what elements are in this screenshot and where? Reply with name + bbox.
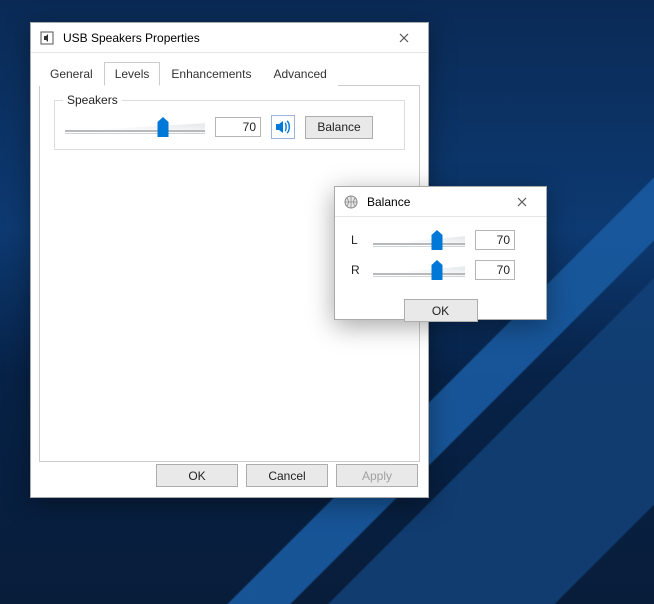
speakers-volume-slider[interactable] [65,116,205,138]
slider-thumb[interactable] [432,260,443,280]
speaker-app-icon [39,30,55,46]
right-channel-value[interactable] [475,260,515,280]
balance-button-row: OK [335,293,546,334]
right-channel-label: R [351,263,363,277]
cancel-button[interactable]: Cancel [246,464,328,487]
balance-titlebar[interactable]: Balance [335,187,546,217]
balance-channel-rows: L R [335,217,546,293]
balance-row-left: L [351,229,536,251]
balance-ok-button[interactable]: OK [404,299,478,322]
balance-button[interactable]: Balance [305,116,373,139]
dialog-button-bar: OK Cancel Apply [156,464,418,487]
apply-button[interactable]: Apply [336,464,418,487]
tab-advanced[interactable]: Advanced [262,62,337,86]
speakers-volume-value[interactable] [215,117,261,137]
ok-button[interactable]: OK [156,464,238,487]
tab-enhancements[interactable]: Enhancements [160,62,262,86]
mute-toggle-button[interactable] [271,115,295,139]
speakers-group: Speakers Balance [54,100,405,150]
tab-general[interactable]: General [39,62,104,86]
speakers-group-legend: Speakers [63,93,122,107]
close-icon [517,197,527,207]
speaker-mute-icon [275,120,291,134]
balance-close-button[interactable] [502,188,542,216]
tab-strip: General Levels Enhancements Advanced [39,61,420,86]
globe-icon [343,194,359,210]
slider-thumb[interactable] [158,117,169,137]
titlebar[interactable]: USB Speakers Properties [31,23,428,53]
speakers-level-row: Balance [65,115,394,139]
balance-window: Balance L R [334,186,547,320]
balance-window-title: Balance [367,195,502,209]
left-channel-value[interactable] [475,230,515,250]
window-title: USB Speakers Properties [63,31,384,45]
left-channel-label: L [351,233,363,247]
balance-row-right: R [351,259,536,281]
close-button[interactable] [384,24,424,52]
tab-levels[interactable]: Levels [104,62,161,86]
close-icon [399,33,409,43]
left-channel-slider[interactable] [373,229,465,251]
right-channel-slider[interactable] [373,259,465,281]
slider-thumb[interactable] [432,230,443,250]
